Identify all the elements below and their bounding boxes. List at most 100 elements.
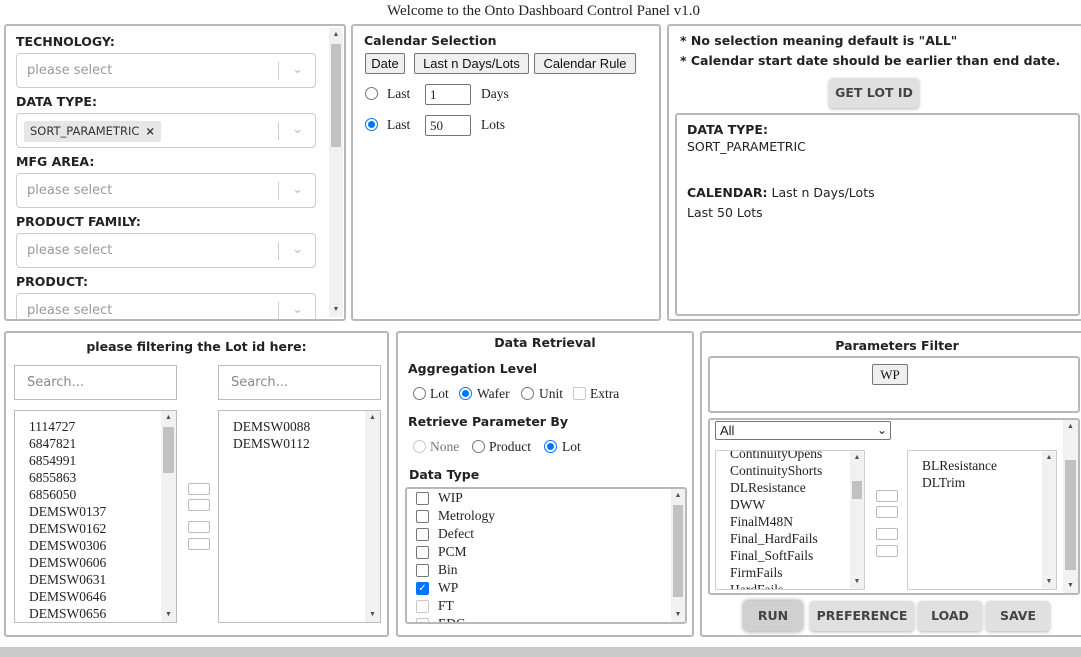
load-button[interactable]: LOAD	[918, 601, 982, 631]
scroll-up-icon[interactable]: ▲	[850, 451, 864, 465]
scroll-up-icon[interactable]: ▲	[365, 411, 380, 425]
get-lot-id-button[interactable]: GET LOT ID	[829, 78, 919, 108]
lot-list-item[interactable]: 6855863	[29, 469, 106, 486]
by-lot-radio[interactable]	[544, 440, 557, 453]
parameter-list-item[interactable]: DLResistance	[730, 479, 822, 496]
chip-remove-icon[interactable]: ×	[145, 124, 155, 138]
scroll-thumb[interactable]	[1065, 460, 1076, 570]
by-product-radio[interactable]	[472, 440, 485, 453]
wp-tag-button[interactable]: WP	[872, 364, 908, 385]
agg-extra-checkbox[interactable]	[573, 387, 586, 400]
parameters-list-scrollbar[interactable]: ▲ ▼	[850, 451, 864, 589]
parameter-box-scrollbar[interactable]: ▲ ▼	[1063, 420, 1078, 593]
technology-select[interactable]: please select ⌄	[16, 53, 316, 88]
lot-list-item[interactable]: 1114727	[29, 418, 106, 435]
selected-parameters-list[interactable]: BLResistance DLTrim ▲ ▼	[907, 450, 1057, 590]
agg-unit-radio[interactable]	[521, 387, 534, 400]
scroll-thumb[interactable]	[852, 481, 862, 499]
scroll-up-icon[interactable]: ▲	[1042, 451, 1056, 465]
parameter-list-item[interactable]: FirmFails	[730, 564, 822, 581]
data-type-checkbox-wip[interactable]	[416, 492, 429, 505]
scroll-down-icon[interactable]: ▼	[671, 608, 685, 622]
scroll-up-icon[interactable]: ▲	[329, 28, 343, 42]
scroll-down-icon[interactable]: ▼	[365, 608, 380, 622]
parameter-list-item[interactable]: ContinuityOpens	[730, 451, 822, 462]
data-type-checkbox-wp[interactable]: ✓	[416, 582, 429, 595]
available-parameters-list[interactable]: ContinuityOpens ContinuityShorts DLResista…	[715, 450, 865, 590]
scroll-thumb[interactable]	[331, 44, 341, 147]
move-all-right-button[interactable]	[876, 490, 898, 502]
move-all-left-button[interactable]	[876, 545, 898, 557]
selected-lot-item[interactable]: DEMSW0088	[233, 418, 310, 435]
selected-lot-item[interactable]: DEMSW0112	[233, 435, 310, 452]
parameter-list-item[interactable]: ContinuityShorts	[730, 462, 822, 479]
scroll-up-icon[interactable]: ▲	[671, 489, 685, 503]
by-none-radio[interactable]	[413, 440, 426, 453]
parameter-list-item[interactable]: HardFails	[730, 581, 822, 589]
product-family-select[interactable]: please select ⌄	[16, 233, 316, 268]
data-type-checkbox-defect[interactable]	[416, 528, 429, 541]
data-type-checkbox-metrology[interactable]	[416, 510, 429, 523]
selected-parameters-scrollbar[interactable]: ▲ ▼	[1042, 451, 1056, 589]
data-type-select[interactable]: SORT_PARAMETRIC × ⌄	[16, 113, 316, 148]
lot-list-item[interactable]: 6847821	[29, 435, 106, 452]
product-select[interactable]: please select ⌄	[16, 293, 316, 319]
lot-list-item[interactable]: DEMSW0606	[29, 554, 106, 571]
lot-list-item[interactable]: 6854991	[29, 452, 106, 469]
lot-list-item[interactable]: DEMSW0631	[29, 571, 106, 588]
scroll-down-icon[interactable]: ▼	[850, 575, 864, 589]
data-type-checkbox-ft[interactable]	[416, 600, 429, 613]
selected-parameter-item[interactable]: DLTrim	[922, 474, 997, 491]
days-input[interactable]: 1	[425, 84, 471, 105]
scroll-up-icon[interactable]: ▲	[1063, 420, 1078, 434]
selected-lots-scrollbar[interactable]: ▲ ▼	[365, 411, 380, 622]
move-left-button[interactable]	[876, 528, 898, 540]
lot-list-item[interactable]: DEMSW0646	[29, 588, 106, 605]
lot-list-item[interactable]: DEMSW0162	[29, 520, 106, 537]
calendar-rule-button[interactable]: Calendar Rule	[534, 53, 636, 74]
preference-button[interactable]: PREFERENCE	[810, 601, 914, 631]
lot-list-item[interactable]: DEMSW0306	[29, 537, 106, 554]
lot-list-item[interactable]: 6856050	[29, 486, 106, 503]
move-left-button[interactable]	[188, 521, 210, 533]
data-type-checkbox-edc[interactable]	[416, 618, 429, 622]
scroll-down-icon[interactable]: ▼	[1063, 579, 1078, 593]
agg-lot-radio[interactable]	[413, 387, 426, 400]
filter-scrollbar[interactable]: ▲ ▼	[329, 28, 343, 317]
selected-lots-list[interactable]: DEMSW0088 DEMSW0112 ▲ ▼	[218, 410, 381, 623]
data-type-checkbox-pcm[interactable]	[416, 546, 429, 559]
page-horizontal-scrollbar[interactable]	[0, 647, 1081, 657]
scroll-down-icon[interactable]: ▼	[329, 303, 343, 317]
lot-list-item[interactable]: DEMSW0656	[29, 605, 106, 622]
parameter-list-item[interactable]: Final_HardFails	[730, 530, 822, 547]
parameter-list-item[interactable]: Final_SoftFails	[730, 547, 822, 564]
mfg-area-select[interactable]: please select ⌄	[16, 173, 316, 208]
last-n-days-lots-button[interactable]: Last n Days/Lots	[414, 53, 529, 74]
lots-list-scrollbar[interactable]: ▲ ▼	[161, 411, 176, 622]
move-right-button[interactable]	[188, 499, 210, 511]
agg-wafer-radio[interactable]	[459, 387, 472, 400]
data-type-scrollbar[interactable]: ▲ ▼	[671, 489, 685, 622]
scroll-thumb[interactable]	[673, 505, 683, 597]
parameter-group-dropdown[interactable]: All ⌄	[715, 421, 891, 440]
data-type-checkbox-bin[interactable]	[416, 564, 429, 577]
scroll-down-icon[interactable]: ▼	[161, 608, 176, 622]
lot-list-item[interactable]: DEMSW0137	[29, 503, 106, 520]
move-right-button[interactable]	[876, 506, 898, 518]
parameter-list-item[interactable]: DWW	[730, 496, 822, 513]
data-type-list[interactable]: WIP Metrology Defect PCM Bin ✓ WP FT EDC ▲ ▼	[405, 487, 687, 624]
parameter-list-item[interactable]: FinalM48N	[730, 513, 822, 530]
scroll-down-icon[interactable]: ▼	[1042, 575, 1056, 589]
scroll-thumb[interactable]	[163, 427, 174, 473]
available-lots-list[interactable]: 1114727 6847821 6854991 6855863 6856050 DEMSW…	[14, 410, 177, 623]
last-lots-radio[interactable]	[365, 118, 378, 131]
move-all-right-button[interactable]	[188, 483, 210, 495]
lots-input[interactable]: 50	[425, 115, 471, 136]
lot-search-left-input[interactable]: Search...	[14, 365, 177, 400]
run-button[interactable]: RUN	[744, 601, 802, 631]
scroll-up-icon[interactable]: ▲	[161, 411, 176, 425]
date-button[interactable]: Date	[365, 53, 405, 74]
save-button[interactable]: SAVE	[986, 601, 1050, 631]
move-all-left-button[interactable]	[188, 538, 210, 550]
last-days-radio[interactable]	[365, 87, 378, 100]
